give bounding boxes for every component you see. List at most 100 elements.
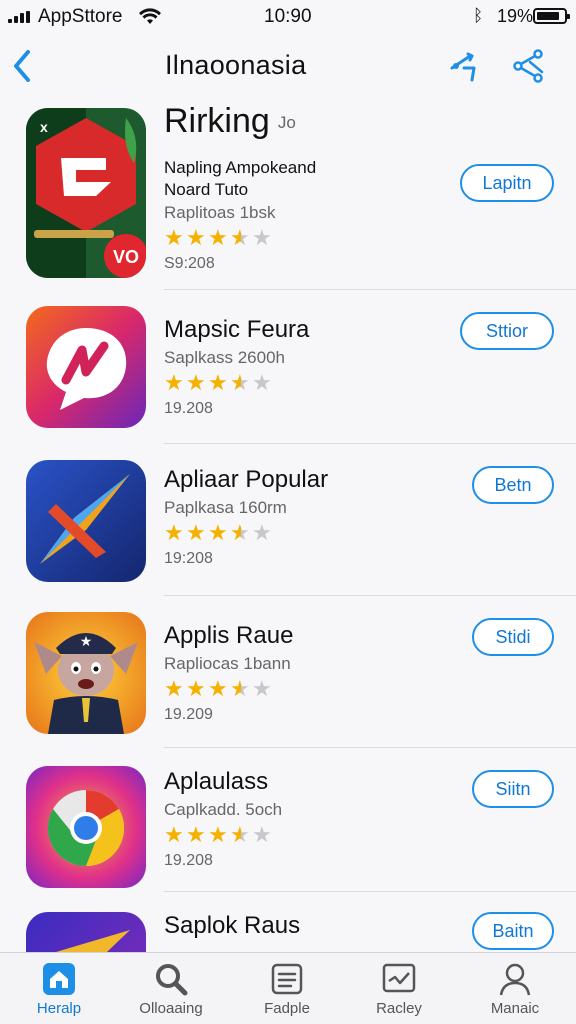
svg-text:★: ★ <box>80 634 93 650</box>
tab-label: Racley <box>376 1000 422 1017</box>
star-icon: ★ <box>164 370 184 395</box>
app-info: Mapsic Feura Saplkass 2600h ★ ★ ★ ★ ★ 19.208 <box>164 316 309 418</box>
get-button[interactable]: Siitn <box>472 770 554 808</box>
purple-arrow-icon <box>26 912 146 952</box>
tab-label: Fadple <box>264 1000 310 1017</box>
app-info: Saplok Raus <box>164 912 300 940</box>
star-rating: ★ ★ ★ ★ ★ <box>164 372 274 396</box>
get-button[interactable]: Stidi <box>472 618 554 656</box>
get-button[interactable]: Lapitn <box>460 164 554 202</box>
star-icon: ★ <box>230 678 252 700</box>
app-info: Apliaar Popular Paplkasa 160rm ★ ★ ★ ★ ★ 19:… <box>164 466 328 568</box>
status-bar: AppSttore 10:90 ᛒ 19% <box>0 0 576 34</box>
clock: 10:90 <box>264 6 312 27</box>
list-item[interactable]: Mapsic Feura Saplkass 2600h ★ ★ ★ ★ ★ 19.208… <box>0 292 576 444</box>
chevron-left-icon <box>14 50 30 82</box>
divider <box>164 289 576 290</box>
app-name: Napling Ampokeand <box>164 158 317 177</box>
tab-profile[interactable]: Manaic <box>460 961 570 1021</box>
divider <box>164 891 576 892</box>
star-icon: ★ <box>164 225 184 250</box>
get-button[interactable]: Baitn <box>472 912 554 950</box>
list-item[interactable]: Apliaar Popular Paplkasa 160rm ★ ★ ★ ★ ★ 19:… <box>0 444 576 596</box>
star-icon: ★ <box>208 822 228 847</box>
star-icon: ★ <box>186 370 206 395</box>
star-icon: ★ <box>186 822 206 847</box>
person-icon <box>499 963 531 996</box>
star-rating: ★ ★ ★ ★ ★ <box>164 522 274 546</box>
home-icon <box>43 963 75 995</box>
share-button[interactable] <box>446 46 486 86</box>
star-icon: ★ <box>252 370 272 395</box>
cartoon-character-icon: ★ <box>26 612 146 734</box>
star-rating: ★ ★ ★ ★ ★ <box>164 824 274 848</box>
app-list: VO x Rirking Jo Napling Ampokeand Noard T… <box>0 100 576 952</box>
star-icon: ★ <box>186 676 206 701</box>
network-share-button[interactable] <box>510 46 550 86</box>
battery-icon <box>533 8 570 24</box>
app-meta: 19.208 <box>164 852 213 869</box>
svg-text:VO: VO <box>113 247 139 267</box>
battery-percent: 19% <box>497 6 534 26</box>
app-category: Rapliocas 1bann <box>164 654 291 673</box>
get-button[interactable]: Sttior <box>460 312 554 350</box>
app-meta: 19:208 <box>164 550 213 567</box>
tab-label: Olloaaing <box>139 1000 203 1017</box>
list-icon <box>271 963 303 995</box>
star-icon: ★ <box>186 225 206 250</box>
bluetooth-icon: ᛒ <box>473 6 484 25</box>
star-icon: ★ <box>230 522 252 544</box>
tab-chart[interactable]: Racley <box>344 961 454 1021</box>
section-tag: Jo <box>277 113 296 133</box>
network-share-icon <box>513 49 544 83</box>
blue-arrow-icon <box>26 460 146 582</box>
page-title: Ilnaoonasia <box>165 50 307 80</box>
red-game-icon: VO x <box>26 108 146 278</box>
star-icon: ★ <box>230 824 252 846</box>
tab-home[interactable]: Heralp <box>4 961 114 1021</box>
list-item[interactable]: VO x Rirking Jo Napling Ampokeand Noard T… <box>0 100 576 290</box>
app-meta: 19.209 <box>164 706 213 723</box>
app-info: Applis Raue Rapliocas 1bann ★ ★ ★ ★ ★ 19.209 <box>164 622 293 724</box>
app-name: Applis Raue <box>164 622 294 649</box>
app-name: Mapsic Feura <box>164 316 310 343</box>
list-item[interactable]: ★ Applis Raue Rapliocas 1bann ★ ★ ★ ★ ★ 19.2… <box>0 596 576 748</box>
star-icon: ★ <box>252 520 272 545</box>
app-category: Saplkass 2600h <box>164 348 285 367</box>
tab-bar: Heralp Olloaaing Fadple Racley Manaic <box>0 952 576 1024</box>
app-category: Paplkasa 160rm <box>164 498 287 517</box>
back-button[interactable] <box>6 44 40 88</box>
app-info: Aplaulass Caplkadd. 5och ★ ★ ★ ★ ★ 19.208 <box>164 768 282 870</box>
app-meta: S9:208 <box>164 255 215 272</box>
app-category: Raplitoas 1bsk <box>164 203 276 222</box>
star-rating: ★ ★ ★ ★ ★ <box>164 678 274 702</box>
tab-label: Manaic <box>490 1000 540 1017</box>
list-item[interactable]: Saplok Raus Baitn <box>0 894 576 952</box>
share-icon <box>450 52 476 82</box>
tab-search[interactable]: Olloaaing <box>116 961 226 1021</box>
search-icon <box>156 964 188 996</box>
chat-bubble-icon <box>26 306 146 428</box>
app-name: Apliaar Popular <box>164 466 329 493</box>
navigation-bar: Ilnaoonasia <box>0 36 576 96</box>
app-category: Caplkadd. 5och <box>164 800 283 819</box>
app-meta: 19.208 <box>164 400 213 417</box>
list-item[interactable]: Aplaulass Caplkadd. 5och ★ ★ ★ ★ ★ 19.208 Si… <box>0 748 576 892</box>
chart-icon <box>382 963 416 993</box>
app-name: Aplaulass <box>164 768 269 795</box>
star-icon: ★ <box>252 822 272 847</box>
star-icon: ★ <box>252 676 272 701</box>
star-icon: ★ <box>208 520 228 545</box>
tab-label: Heralp <box>36 1000 82 1017</box>
star-icon: ★ <box>164 822 184 847</box>
app-subname: Noard Tuto <box>164 180 249 199</box>
star-rating: ★ ★ ★ ★ ★ <box>164 227 274 251</box>
star-icon: ★ <box>230 372 252 394</box>
tab-list[interactable]: Fadple <box>232 961 342 1021</box>
get-button[interactable]: Betn <box>472 466 554 504</box>
section-title: Rirking Jo <box>164 102 296 140</box>
star-icon: ★ <box>186 520 206 545</box>
colorful-browser-icon <box>26 766 146 888</box>
star-icon: ★ <box>164 520 184 545</box>
star-icon: ★ <box>208 676 228 701</box>
